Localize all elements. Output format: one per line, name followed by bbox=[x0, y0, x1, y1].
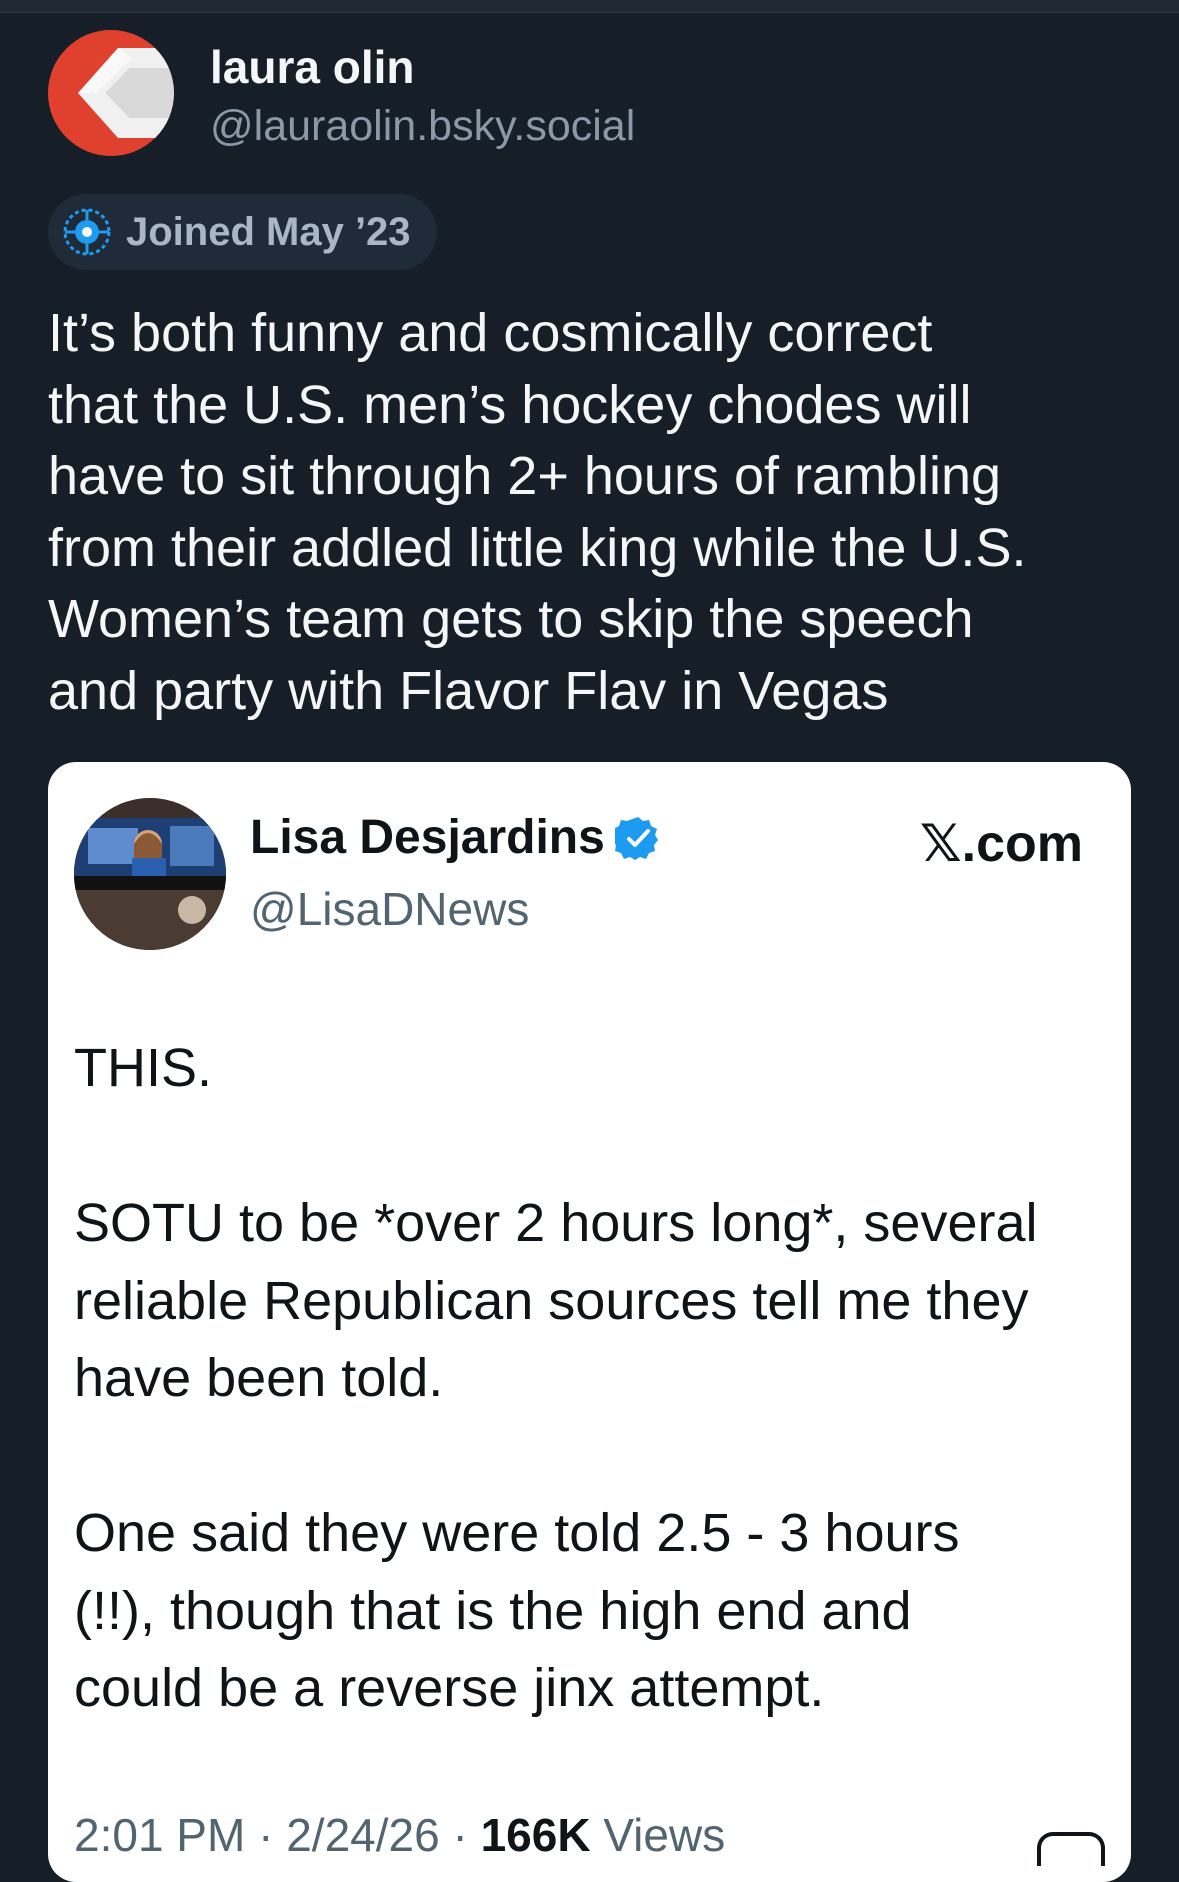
post-text-line: and party with Flavor Flav in Vegas bbox=[48, 660, 889, 721]
top-divider bbox=[0, 0, 1179, 13]
post-text-line: from their addled little king while the … bbox=[48, 517, 1027, 578]
starter-pack-icon bbox=[62, 207, 112, 257]
embed-author-handle: @LisaDNews bbox=[250, 883, 530, 935]
meta-separator: · bbox=[258, 1809, 287, 1861]
embed-author-display-name: Lisa Desjardins bbox=[250, 811, 605, 864]
embed-text-line: SOTU to be *over 2 hours long*, several bbox=[74, 1193, 1038, 1253]
author-avatar[interactable] bbox=[48, 30, 174, 156]
embed-body-text: THIS. SOTU to be *over 2 hours long*, se… bbox=[74, 1030, 1114, 1805]
embed-author-avatar bbox=[74, 798, 226, 950]
embed-author-name-row: Lisa Desjardins bbox=[250, 810, 661, 865]
embed-text-line: One said they were told 2.5 - 3 hours bbox=[74, 1503, 960, 1563]
embed-text-line: reliable Republican sources tell me they bbox=[74, 1270, 1029, 1331]
post-text-line: Women’s team gets to skip the speech bbox=[48, 589, 974, 649]
embed-time: 2:01 PM bbox=[74, 1809, 246, 1861]
embed-text-line: have been told. bbox=[74, 1348, 444, 1408]
embed-text-line: (!!), though that is the high end and bbox=[74, 1580, 912, 1641]
post-text-line: It’s both funny and cosmically correct bbox=[48, 303, 933, 363]
embed-paragraph: One said they were told 2.5 - 3 hours (!… bbox=[74, 1495, 1114, 1728]
embed-paragraph: SOTU to be *over 2 hours long*, several … bbox=[74, 1185, 1114, 1418]
embed-paragraph: THIS. bbox=[74, 1030, 1114, 1108]
embed-views-count: 166K bbox=[480, 1809, 591, 1861]
author-display-name[interactable]: laura olin bbox=[210, 40, 414, 94]
analytics-icon bbox=[1037, 1832, 1105, 1866]
embed-text-line: THIS. bbox=[74, 1038, 213, 1098]
embed-text-line: could be a reverse jinx attempt. bbox=[74, 1658, 825, 1718]
author-handle[interactable]: @lauraolin.bsky.social bbox=[210, 102, 635, 151]
embed-date: 2/24/26 bbox=[286, 1809, 440, 1861]
embed-source-label: 𝕏.com bbox=[919, 815, 1083, 873]
post-text-line: have to sit through 2+ hours of rambling bbox=[48, 446, 1002, 506]
joined-badge[interactable]: Joined May ’23 bbox=[48, 194, 437, 270]
embed-meta: 2:01 PM · 2/24/26 · 166K Views bbox=[74, 1808, 725, 1862]
post-text: It’s both funny and cosmically correct t… bbox=[48, 298, 1148, 727]
red-arrow-avatar-icon bbox=[48, 30, 174, 156]
verified-badge-icon bbox=[611, 815, 661, 861]
joined-label: Joined May ’23 bbox=[126, 209, 411, 254]
embedded-image[interactable]: Lisa Desjardins @LisaDNews 𝕏.com THIS. S… bbox=[48, 762, 1131, 1882]
meta-separator: · bbox=[452, 1809, 481, 1861]
embed-views-label: Views bbox=[603, 1809, 726, 1861]
post-text-line: that the U.S. men’s hockey chodes will bbox=[48, 374, 972, 435]
